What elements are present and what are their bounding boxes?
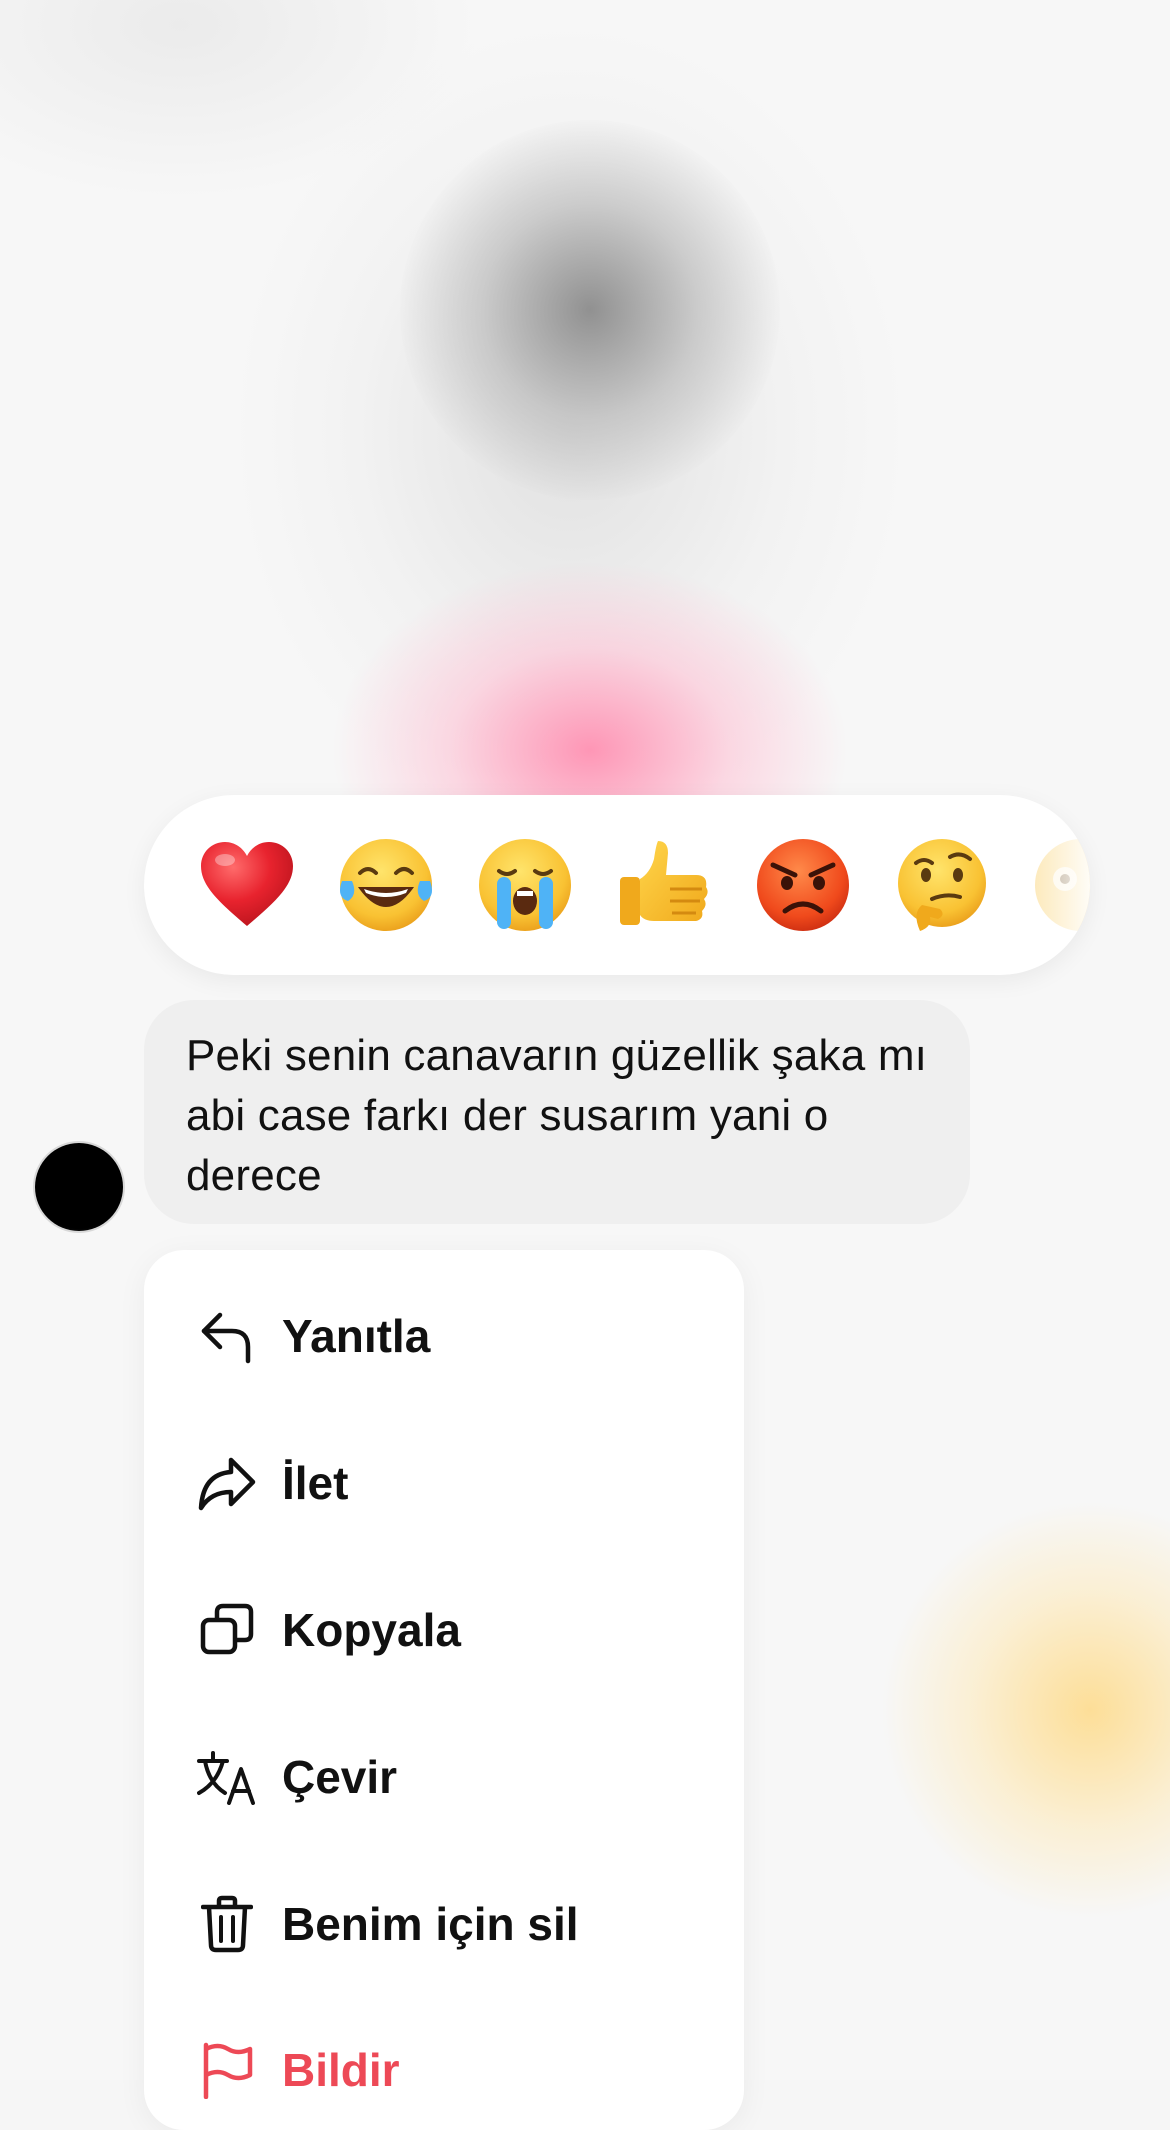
copy-menu-item[interactable]: Kopyala [144, 1570, 744, 1690]
message-bubble[interactable]: Peki senin canavarın güzellik şaka mı ab… [144, 1000, 970, 1224]
translate-menu-item[interactable]: Çevir [144, 1717, 744, 1837]
reaction-thumbs-up[interactable] [611, 832, 717, 938]
copy-label: Kopyala [282, 1604, 461, 1656]
copy-icon [196, 1599, 258, 1661]
translate-label: Çevir [282, 1751, 398, 1803]
red-heart-icon [201, 842, 293, 926]
delete-for-me-menu-item[interactable]: Benim için sil [144, 1864, 744, 1984]
message-context-menu: Yanıtla İlet Kopyala Çevir Benim için si… [144, 1250, 744, 2130]
report-label: Bildir [282, 2044, 400, 2096]
thinking-face-icon [898, 839, 986, 931]
reaction-loudly-crying-face[interactable] [472, 832, 578, 938]
forward-label: İlet [282, 1457, 349, 1509]
trash-icon [196, 1893, 258, 1955]
reply-label: Yanıtla [282, 1310, 431, 1362]
translate-icon [196, 1746, 258, 1808]
reaction-face-with-tears-of-joy[interactable] [333, 832, 439, 938]
forward-icon [196, 1452, 258, 1514]
avatar[interactable] [35, 1143, 123, 1231]
message-text: Peki senin canavarın güzellik şaka mı ab… [186, 1031, 928, 1200]
reaction-red-heart[interactable] [194, 832, 300, 938]
forward-menu-item[interactable]: İlet [144, 1423, 744, 1543]
reaction-angry-face[interactable] [750, 832, 856, 938]
reaction-bar [144, 795, 1090, 975]
thumbs-up-icon [620, 841, 708, 925]
report-menu-item[interactable]: Bildir [144, 2010, 744, 2130]
face-with-tears-of-joy-icon [340, 839, 432, 931]
reply-menu-item[interactable]: Yanıtla [144, 1276, 744, 1396]
reaction-bar-fade [1020, 795, 1090, 975]
delete-for-me-label: Benim için sil [282, 1898, 579, 1950]
flag-icon [196, 2039, 258, 2101]
reaction-thinking-face[interactable] [889, 832, 995, 938]
background-blur-shape [400, 120, 780, 500]
reply-icon [196, 1305, 258, 1367]
loudly-crying-face-icon [479, 839, 571, 931]
background-blur-shape [880, 1500, 1170, 1920]
angry-face-icon [757, 839, 849, 931]
